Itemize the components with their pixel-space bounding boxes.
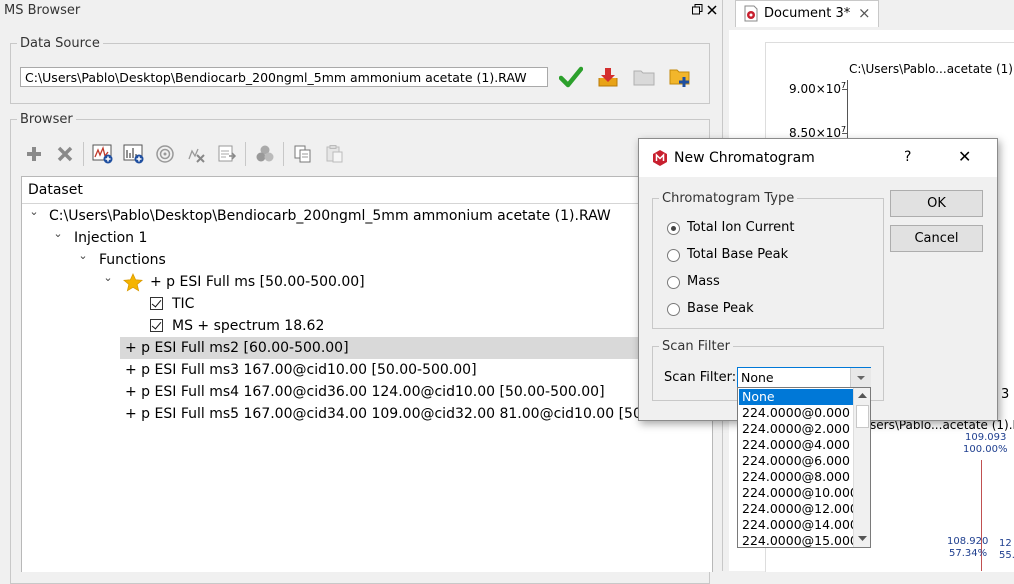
tree-item-function3[interactable]: + p ESI Full ms3 167.00@cid10.00 [50.00-… [125, 359, 477, 381]
radio-label: Total Ion Current [687, 220, 795, 235]
peak-mz-label: 108.920 [947, 536, 989, 547]
dataset-tree: Dataset ⌄ C:\Users\Pablo\Desktop\Bendioc… [21, 176, 713, 572]
dropdown-option[interactable]: 224.0000@10.000 [739, 485, 858, 501]
download-icon[interactable] [595, 64, 621, 90]
add-icon[interactable] [22, 142, 46, 166]
app-logo-icon [651, 149, 669, 167]
dropdown-option[interactable]: 224.0000@14.000 [739, 517, 858, 533]
chevron-down-icon[interactable]: ⌄ [77, 249, 89, 271]
folder-icon[interactable] [631, 64, 657, 90]
tree-item-file[interactable]: C:\Users\Pablo\Desktop\Bendiocarb_200ngm… [49, 205, 611, 227]
y-tick-mark [842, 133, 847, 134]
dropdown-scrollbar[interactable] [853, 388, 870, 547]
group-icon[interactable] [253, 142, 277, 166]
ms-browser-panel: MS Browser Data Source C:\Users\Pablo\De… [0, 0, 722, 584]
dropdown-option[interactable]: 224.0000@15.000 [739, 533, 858, 547]
radio-total-ion-current[interactable] [667, 222, 680, 235]
tree-item-functions[interactable]: Functions [99, 249, 166, 271]
tab-close-icon[interactable]: × [858, 4, 871, 22]
scan-filter-dropdown: None 224.0000@0.000 224.0000@2.000 224.0… [737, 387, 871, 548]
toolbar-separator [83, 142, 84, 166]
panel-titlebar: MS Browser [0, 0, 722, 24]
tree-item-tic[interactable]: TIC [172, 293, 194, 315]
tree-item-function2[interactable]: + p ESI Full ms2 [60.00-500.00] [125, 337, 349, 359]
ok-button[interactable]: OK [890, 190, 983, 217]
radio-total-base-peak[interactable] [667, 249, 680, 262]
tree-column-header: Dataset [22, 177, 712, 204]
close-icon[interactable] [704, 3, 720, 19]
tab-document-3[interactable]: Document 3* × [735, 0, 879, 27]
target-icon[interactable] [153, 142, 177, 166]
tree-item-injection[interactable]: Injection 1 [74, 227, 147, 249]
peak-mz-label: 12 [999, 538, 1012, 549]
data-source-path-input[interactable]: C:\Users\Pablo\Desktop\Bendiocarb_200ngm… [20, 67, 548, 87]
peak-percent-label: 55. [999, 550, 1014, 561]
peak-percent-label: 57.34% [949, 548, 988, 559]
panel-title: MS Browser [4, 3, 81, 18]
peak-percent-label: 100.00% [963, 444, 1008, 455]
dialog-title: New Chromatogram [674, 150, 815, 166]
radio-label: Total Base Peak [687, 247, 789, 262]
checkmark-icon[interactable] [558, 64, 584, 90]
dropdown-option[interactable]: None [739, 389, 853, 405]
chevron-down-icon[interactable]: ⌄ [102, 271, 114, 293]
remove-icon[interactable] [53, 142, 77, 166]
peak-mz-label: 109.093 [965, 432, 1007, 443]
dropdown-option[interactable]: 224.0000@0.000 [739, 405, 853, 421]
dataset-column-label: Dataset [28, 182, 83, 198]
scan-filter-legend: Scan Filter [662, 339, 730, 354]
ms-spectrum-checkbox[interactable] [150, 319, 163, 332]
tic-checkbox[interactable] [150, 297, 163, 310]
radio-mass[interactable] [667, 276, 680, 289]
chromatogram-type-legend: Chromatogram Type [662, 191, 795, 206]
paste-icon[interactable] [322, 142, 346, 166]
delete-trace-icon[interactable] [184, 142, 208, 166]
scrollbar-thumb[interactable] [856, 405, 869, 428]
tree-item-function5[interactable]: + p ESI Full ms5 167.00@cid34.00 109.00@… [125, 403, 712, 425]
tree-item-function4[interactable]: + p ESI Full ms4 167.00@cid36.00 124.00@… [125, 381, 605, 403]
restore-icon[interactable] [689, 3, 705, 19]
copy-icon[interactable] [291, 142, 315, 166]
star-icon [122, 273, 144, 292]
chevron-down-icon[interactable]: ⌄ [52, 227, 64, 249]
toolbar-separator [283, 142, 284, 166]
chevron-down-icon[interactable]: ⌄ [28, 205, 40, 227]
dropdown-option[interactable]: 224.0000@12.000 [739, 501, 858, 517]
browser-legend: Browser [20, 112, 73, 127]
y-tick-mark [842, 89, 847, 90]
radio-label: Mass [687, 274, 720, 289]
help-icon[interactable]: ? [904, 149, 911, 165]
scroll-up-icon[interactable] [854, 388, 870, 404]
dialog-close-icon[interactable]: ✕ [958, 147, 971, 166]
side-digit-label: 3 [1001, 387, 1010, 402]
dropdown-option[interactable]: 224.0000@2.000 [739, 421, 853, 437]
new-chromatogram-dialog: New Chromatogram ? ✕ Chromatogram Type T… [638, 138, 998, 421]
export-icon[interactable] [215, 142, 239, 166]
dropdown-option[interactable]: 224.0000@4.000 [739, 437, 853, 453]
folder-add-icon[interactable] [668, 64, 694, 90]
document-icon [743, 5, 759, 22]
data-source-legend: Data Source [20, 36, 100, 51]
chevron-down-icon[interactable] [850, 368, 871, 387]
y-tick-label: 9.00×107 [789, 81, 847, 96]
scroll-down-icon[interactable] [854, 530, 870, 546]
radio-label: Base Peak [687, 301, 754, 316]
scan-filter-select[interactable]: None [737, 367, 871, 388]
document-tab-label: Document 3* [764, 6, 851, 21]
tree-item-function1[interactable]: + p ESI Full ms [50.00-500.00] [150, 271, 365, 293]
scan-filter-selected-value: None [741, 370, 774, 385]
plot-title-top: C:\Users\Pablo...acetate (1).RAW [849, 62, 1014, 76]
tree-item-ms-spectrum[interactable]: MS + spectrum 18.62 [172, 315, 324, 337]
toolbar-separator [245, 142, 246, 166]
dropdown-option[interactable]: 224.0000@6.000 [739, 453, 853, 469]
cancel-button[interactable]: Cancel [890, 225, 983, 252]
dialog-titlebar: New Chromatogram ? ✕ [639, 139, 997, 177]
radio-base-peak[interactable] [667, 303, 680, 316]
add-spectrum-icon[interactable] [122, 142, 146, 166]
scan-filter-label: Scan Filter: [664, 370, 737, 385]
dropdown-option[interactable]: 224.0000@8.000 [739, 469, 853, 485]
add-chromatogram-icon[interactable] [91, 142, 115, 166]
